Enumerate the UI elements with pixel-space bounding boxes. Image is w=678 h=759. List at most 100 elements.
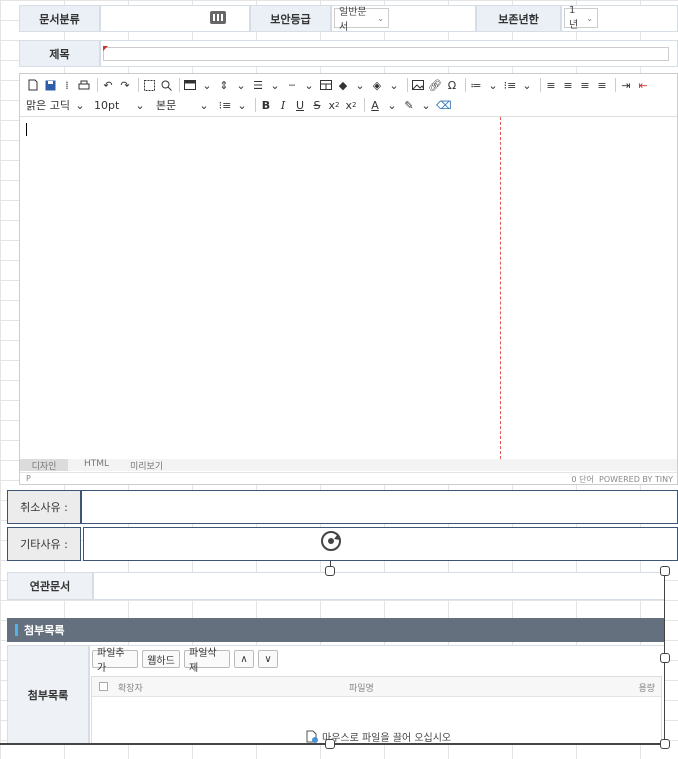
chevron-down-icon: ⌄ bbox=[488, 78, 498, 92]
resize-handle-bottom-right[interactable] bbox=[660, 739, 670, 749]
fill-color-icon[interactable]: ◆ bbox=[336, 77, 350, 93]
retention-label: 보존년한 bbox=[476, 5, 561, 32]
template-icon[interactable] bbox=[183, 77, 197, 93]
indent-icon[interactable]: ⇥ bbox=[619, 77, 633, 93]
cell-color-icon[interactable]: ◈ bbox=[370, 77, 384, 93]
underline-icon[interactable]: U bbox=[293, 97, 307, 113]
webhard-button[interactable]: 웹하드 bbox=[142, 650, 180, 668]
add-file-button[interactable]: 파일추가 bbox=[92, 648, 138, 674]
security-value: 일반문서 ⌄ bbox=[331, 5, 476, 33]
cancel-reason-label-text: 취소사유 : bbox=[20, 501, 68, 514]
chevron-down-icon: ⌄ bbox=[237, 98, 247, 112]
page-break-icon[interactable]: ⁞ bbox=[60, 77, 74, 93]
page-margin-guide bbox=[500, 117, 501, 459]
highlight-icon[interactable]: ✎ bbox=[402, 97, 416, 113]
search-icon[interactable] bbox=[159, 77, 173, 93]
move-down-icon: ∨ bbox=[264, 653, 272, 665]
link-icon[interactable]: 🔗︎ bbox=[428, 77, 442, 93]
retention-select[interactable]: 1년 ⌄ bbox=[564, 5, 598, 31]
align-center-icon[interactable]: ≡ bbox=[561, 77, 575, 93]
required-marker bbox=[103, 46, 108, 51]
line-dash-icon[interactable]: ┄ bbox=[285, 77, 299, 93]
chevron-down-icon: ⌄ bbox=[586, 13, 593, 23]
delete-file-button-label: 파일삭제 bbox=[189, 648, 217, 674]
file-list[interactable]: 확장자 파일명 용량 마우스로 파일을 끌어 오십시오 bbox=[91, 676, 662, 744]
tab-design[interactable]: 디자인 bbox=[20, 459, 68, 472]
title-label-text: 제목 bbox=[49, 47, 70, 61]
image-icon[interactable] bbox=[411, 77, 425, 93]
line-style-icon[interactable]: ☰ bbox=[251, 77, 265, 93]
redo-icon[interactable]: ↷ bbox=[118, 77, 132, 93]
font-size-value: 10pt bbox=[94, 98, 120, 112]
status-right: 0 단어 POWERED BY TINY bbox=[572, 474, 673, 485]
block-format-select[interactable]: 본문 ⌄ bbox=[156, 97, 214, 113]
related-docs-label-text: 연관문서 bbox=[29, 580, 71, 593]
powered-by-link[interactable]: POWERED BY TINY bbox=[599, 475, 673, 484]
resize-handle-top-right[interactable] bbox=[660, 566, 670, 576]
element-path: P bbox=[26, 474, 31, 483]
attachments-title: 첨부목록 bbox=[24, 624, 65, 637]
other-reason-input[interactable] bbox=[83, 527, 678, 561]
align-justify-icon[interactable]: ≡ bbox=[595, 77, 609, 93]
chevron-down-icon: ⌄ bbox=[522, 78, 532, 92]
move-down-button[interactable]: ∨ bbox=[258, 650, 278, 668]
strikethrough-icon[interactable]: S bbox=[310, 97, 324, 113]
superscript-icon[interactable]: x2 bbox=[327, 97, 341, 113]
toolbar-divider bbox=[179, 78, 180, 92]
editor-content-area[interactable] bbox=[20, 116, 677, 459]
toolbar-divider bbox=[540, 78, 541, 92]
save-icon[interactable] bbox=[43, 77, 57, 93]
align-right-icon[interactable]: ≡ bbox=[578, 77, 592, 93]
security-select[interactable]: 일반문서 ⌄ bbox=[334, 7, 389, 33]
toolbar-divider bbox=[97, 78, 98, 92]
font-size-select[interactable]: 10pt ⌄ bbox=[94, 97, 150, 113]
other-reason-label: 기타사유 : bbox=[7, 527, 81, 561]
special-char-icon[interactable]: Ω bbox=[445, 77, 459, 93]
title-input[interactable] bbox=[103, 47, 669, 61]
bullet-list-icon[interactable]: ⁝≡ bbox=[503, 77, 517, 93]
align-left-icon[interactable]: ≡ bbox=[544, 77, 558, 93]
toolbar-divider bbox=[364, 98, 365, 112]
move-up-icon: ∧ bbox=[240, 653, 248, 665]
column-extension: 확장자 bbox=[118, 684, 143, 694]
clear-format-icon[interactable]: ⌫ bbox=[436, 97, 452, 113]
file-add-icon bbox=[306, 730, 318, 743]
editor-mode-tabs: 디자인 HTML 미리보기 bbox=[20, 459, 677, 472]
related-docs-label: 연관문서 bbox=[7, 572, 93, 600]
cancel-reason-input[interactable] bbox=[81, 490, 678, 524]
toolbar-divider bbox=[138, 78, 139, 92]
select-all-icon[interactable] bbox=[142, 77, 156, 93]
line-height-icon[interactable]: ⁝≡ bbox=[218, 97, 232, 113]
grid-icon[interactable] bbox=[210, 11, 226, 24]
other-reason-label-text: 기타사유 : bbox=[20, 538, 68, 551]
tab-preview[interactable]: 미리보기 bbox=[130, 459, 163, 472]
select-all-checkbox[interactable] bbox=[99, 682, 108, 691]
drop-zone-text: 마우스로 파일을 끌어 오십시오 bbox=[322, 733, 452, 744]
bold-icon[interactable]: B bbox=[259, 97, 273, 113]
italic-icon[interactable]: I bbox=[276, 97, 290, 113]
font-family-select[interactable]: 맑은 고딕 ⌄ bbox=[26, 97, 90, 113]
numbered-list-icon[interactable]: ≔ bbox=[469, 77, 483, 93]
resize-handle-top[interactable] bbox=[325, 566, 335, 576]
resize-handle-bottom[interactable] bbox=[325, 739, 335, 749]
tab-html[interactable]: HTML bbox=[84, 459, 109, 469]
outdent-icon[interactable]: ⇤ bbox=[636, 77, 650, 93]
chevron-down-icon: ⌄ bbox=[135, 98, 145, 112]
delete-file-button[interactable]: 파일삭제 bbox=[184, 648, 230, 674]
text-cursor bbox=[26, 123, 27, 136]
print-icon[interactable] bbox=[77, 77, 91, 93]
table-icon[interactable] bbox=[319, 77, 333, 93]
chevron-down-icon: ⌄ bbox=[199, 98, 209, 112]
retention-value: 1년 ⌄ bbox=[561, 5, 678, 32]
chevron-down-icon: ⌄ bbox=[355, 78, 365, 92]
rotate-handle-icon[interactable] bbox=[318, 528, 344, 554]
subscript-icon[interactable]: x2 bbox=[344, 97, 358, 113]
move-up-button[interactable]: ∧ bbox=[234, 650, 254, 668]
column-filename: 파일명 bbox=[349, 684, 374, 694]
new-document-icon[interactable] bbox=[26, 77, 40, 93]
related-docs-value[interactable] bbox=[93, 572, 665, 600]
undo-icon[interactable]: ↶ bbox=[101, 77, 115, 93]
horizontal-line-icon[interactable]: ⇕ bbox=[217, 77, 231, 93]
resize-handle-right[interactable] bbox=[660, 653, 670, 663]
text-color-icon[interactable]: A bbox=[368, 97, 382, 113]
